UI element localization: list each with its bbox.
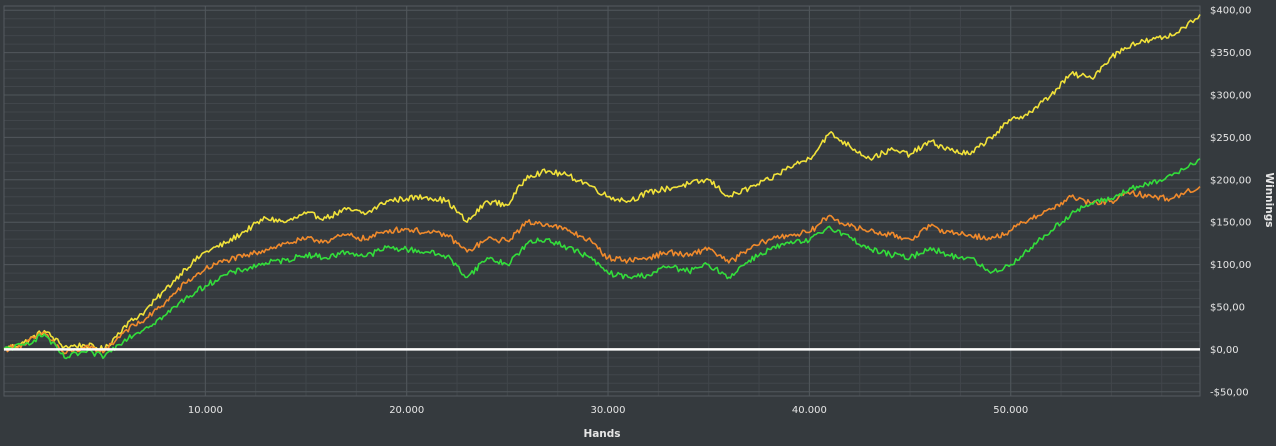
x-axis-label: Hands — [583, 428, 620, 440]
y-tick-label: $250,00 — [1210, 133, 1251, 144]
y-axis-label: Winnings — [1263, 173, 1275, 228]
y-tick-label: $350,00 — [1210, 48, 1251, 59]
y-tick-label: $0,00 — [1210, 345, 1239, 356]
y-axis-ticks: -$50,00 $0,00 $50,00 $100,00 $150,00 $200,00 $… — [1210, 6, 1251, 399]
y-tick-label: $200,00 — [1210, 175, 1251, 186]
y-tick-label: $300,00 — [1210, 91, 1251, 102]
y-tick-label: -$50,00 — [1210, 387, 1249, 398]
x-tick-label: 40.000 — [792, 405, 827, 416]
y-tick-label: $100,00 — [1210, 260, 1251, 271]
y-tick-label: $50,00 — [1210, 302, 1245, 313]
x-tick-label: 30.000 — [591, 405, 626, 416]
x-axis-ticks: 10.000 20.000 30.000 40.000 50.000 — [188, 405, 1028, 416]
x-tick-label: 20.000 — [389, 405, 424, 416]
chart-svg: 10.000 20.000 30.000 40.000 50.000 -$50,00 $0… — [3, 5, 1275, 440]
y-tick-label: $400,00 — [1210, 6, 1251, 17]
x-tick-label: 50.000 — [993, 405, 1028, 416]
x-tick-label: 10.000 — [188, 405, 223, 416]
winnings-chart: 10.000 20.000 30.000 40.000 50.000 -$50,00 $0… — [0, 0, 1276, 442]
y-tick-label: $150,00 — [1210, 218, 1251, 229]
plot-background — [4, 6, 1200, 396]
